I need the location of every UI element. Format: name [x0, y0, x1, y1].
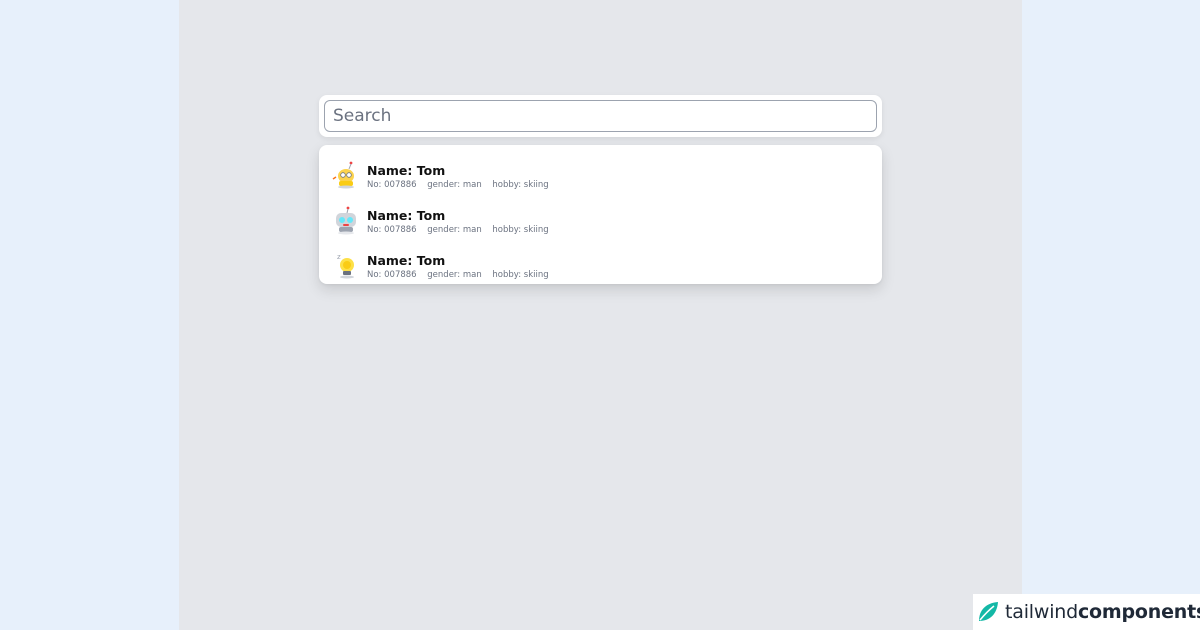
result-hobby: hobby: skiing — [492, 270, 549, 280]
blue-robot-icon — [336, 206, 356, 235]
result-number: No: 007886 — [367, 180, 417, 190]
lightbulb-robot-icon: z — [337, 253, 354, 279]
svg-text:z: z — [337, 253, 341, 261]
result-meta: No: 007886 gender: man hobby: skiing — [367, 180, 557, 190]
result-name: Name: Tom — [367, 208, 446, 223]
result-meta: No: 007886 gender: man hobby: skiing — [367, 270, 557, 280]
result-gender: gender: man — [427, 270, 482, 280]
result-name: Name: Tom — [367, 163, 446, 178]
brand-wordmark: tailwindcomponents — [1005, 601, 1200, 623]
result-hobby: hobby: skiing — [492, 225, 549, 235]
search-card — [319, 95, 882, 137]
list-item[interactable]: Name: Tom No: 007886 gender: man hobby: … — [319, 197, 882, 242]
result-number: No: 007886 — [367, 270, 417, 280]
result-gender: gender: man — [427, 180, 482, 190]
result-name: Name: Tom — [367, 253, 446, 268]
search-input[interactable] — [324, 100, 877, 132]
yellow-robot-icon — [332, 161, 354, 189]
result-hobby: hobby: skiing — [492, 180, 549, 190]
result-gender: gender: man — [427, 225, 482, 235]
brand-name-bold: components — [1077, 601, 1200, 623]
results-list: Name: Tom No: 007886 gender: man hobby: … — [319, 145, 882, 284]
list-item[interactable]: z Name: Tom No: 007886 gender: man hobby… — [319, 242, 882, 287]
list-item[interactable]: Name: Tom No: 007886 gender: man hobby: … — [319, 152, 882, 197]
brand-name-light: tailwind — [1005, 601, 1078, 623]
result-meta: No: 007886 gender: man hobby: skiing — [367, 225, 557, 235]
result-number: No: 007886 — [367, 225, 417, 235]
leaf-icon — [979, 602, 998, 621]
brand-badge[interactable]: tailwindcomponents — [973, 594, 1200, 630]
